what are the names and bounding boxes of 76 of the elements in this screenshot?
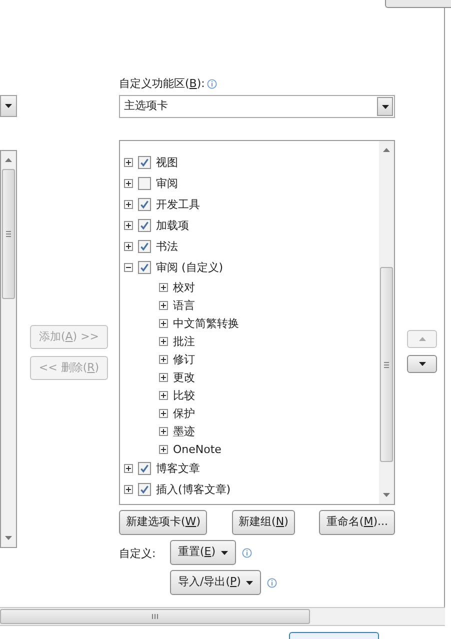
caret-icon — [5, 104, 12, 108]
action-button[interactable]: 新建组(N) — [232, 510, 296, 535]
field-label: 自定义功能区(B): — [119, 76, 205, 92]
action-button[interactable]: 重命名(M)... — [319, 510, 395, 535]
tree-item[interactable]: 修订 — [173, 354, 195, 364]
tree-item[interactable]: 校对 — [173, 282, 195, 292]
expand-icon[interactable] — [159, 354, 168, 364]
up-arrow-icon — [418, 337, 426, 341]
expand-icon[interactable] — [124, 242, 133, 251]
info-icon — [206, 79, 217, 89]
checkbox[interactable] — [138, 483, 151, 496]
expand-icon[interactable] — [124, 464, 133, 473]
vertical-scrollbar[interactable] — [379, 141, 394, 504]
tree-item[interactable]: 审阅 (自定义) — [156, 262, 224, 273]
menu-button[interactable]: 导入/导出(P) — [170, 570, 261, 595]
expand-icon[interactable] — [124, 200, 133, 209]
action-button[interactable]: 新建选项卡(W) — [119, 510, 208, 535]
checkbox[interactable] — [138, 261, 151, 274]
expand-icon[interactable] — [159, 390, 168, 400]
scroll-thumb[interactable] — [380, 267, 393, 462]
grip-icon — [6, 231, 11, 237]
move-down-button[interactable] — [407, 355, 437, 373]
expand-icon[interactable] — [159, 336, 168, 346]
scroll-down-icon[interactable] — [383, 493, 390, 497]
grip-icon — [152, 614, 158, 619]
dropdown-button[interactable] — [0, 95, 17, 117]
checkbox[interactable] — [138, 219, 151, 232]
expand-icon[interactable] — [124, 158, 133, 167]
caret-icon — [382, 104, 388, 108]
scroll-thumb[interactable] — [2, 169, 15, 299]
grip-icon — [384, 362, 389, 368]
caret-icon — [220, 550, 228, 554]
tree-item[interactable]: 开发工具 — [156, 199, 200, 210]
tree-item[interactable]: 审阅 — [156, 178, 178, 189]
tree-item[interactable]: 更改 — [173, 372, 195, 382]
tree-item[interactable]: 中文简繁转换 — [173, 318, 239, 328]
tree-item[interactable]: 插入(博客文章) — [156, 484, 231, 495]
expand-icon[interactable] — [124, 179, 133, 188]
scroll-up-icon[interactable] — [5, 158, 12, 162]
expand-icon[interactable] — [159, 372, 168, 382]
tree-item[interactable]: 比较 — [173, 390, 195, 400]
collapse-icon[interactable] — [124, 263, 133, 272]
caret-icon — [246, 580, 253, 584]
menu-button[interactable]: 重置(E) — [170, 540, 236, 565]
expand-icon[interactable] — [124, 485, 133, 494]
expand-icon[interactable] — [159, 426, 168, 436]
info-icon — [242, 548, 252, 558]
scroll-down-icon[interactable] — [5, 536, 12, 540]
scroll-thumb[interactable] — [0, 609, 310, 624]
checkbox[interactable] — [138, 240, 151, 253]
expand-icon[interactable] — [159, 318, 168, 328]
expand-icon[interactable] — [159, 408, 168, 418]
tree-item[interactable]: OneNote — [173, 444, 222, 454]
expand-icon[interactable] — [159, 300, 168, 310]
info-icon — [266, 578, 277, 588]
tree-item[interactable]: 语言 — [173, 300, 195, 310]
tree-item[interactable]: 墨迹 — [173, 426, 195, 436]
ribbon-dropdown[interactable]: 主选项卡 — [119, 95, 395, 118]
scroll-up-icon[interactable] — [383, 148, 390, 152]
tree-item[interactable]: 加载项 — [156, 220, 189, 231]
checkbox[interactable] — [138, 156, 151, 169]
tree-item[interactable]: 批注 — [173, 336, 195, 346]
expand-icon[interactable] — [159, 444, 168, 454]
customize-label: 自定义: — [119, 546, 157, 562]
expand-icon[interactable] — [159, 282, 168, 292]
expand-icon[interactable] — [124, 221, 133, 230]
checkbox[interactable] — [138, 198, 151, 211]
tree-view[interactable]: 视图 审阅 开发工具 加载项 书法 审阅 (自定义) 校对 语言 中文简繁转换 批注 修订 更改 比较 保护 墨迹 OneNote 博客文章 插入(博客文章) — [119, 140, 395, 505]
tree-item[interactable]: 视图 — [156, 157, 178, 168]
checkbox[interactable] — [138, 177, 151, 190]
tree-item[interactable]: 博客文章 — [156, 463, 200, 474]
tree-item[interactable]: 书法 — [156, 241, 178, 252]
horizontal-scrollbar[interactable] — [0, 607, 445, 626]
checkbox[interactable] — [138, 462, 151, 475]
tree-item[interactable]: 保护 — [173, 408, 195, 418]
down-arrow-icon — [418, 362, 426, 366]
